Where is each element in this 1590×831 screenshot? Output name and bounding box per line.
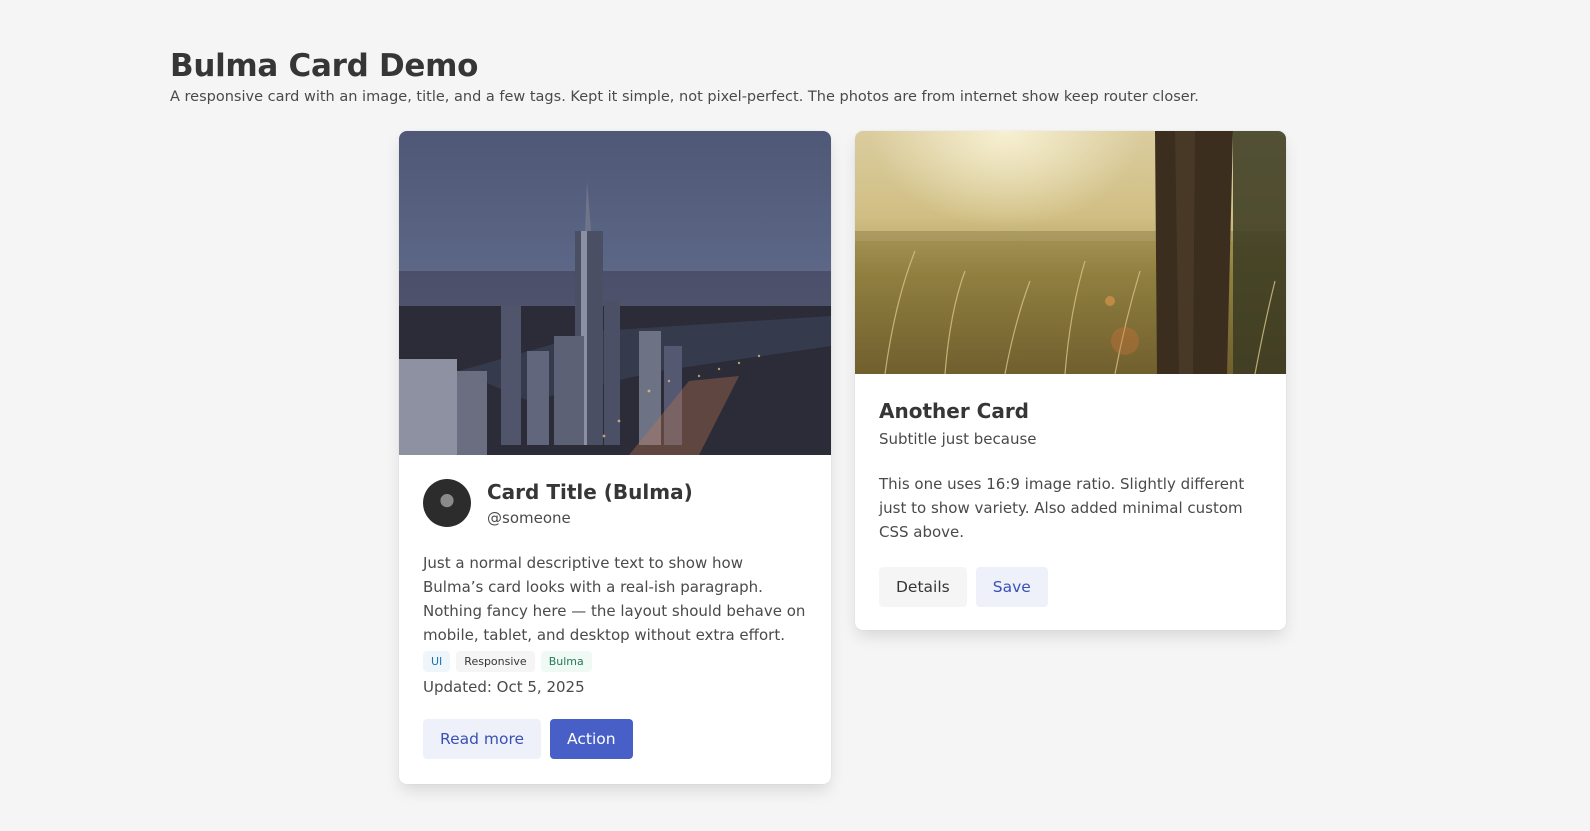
read-more-button[interactable]: Read more [423, 719, 542, 759]
tag-bulma: Bulma [540, 651, 592, 672]
card-content: Another Card Subtitle just because This … [855, 374, 1286, 630]
card-another: Another Card Subtitle just because This … [855, 131, 1286, 630]
tag-responsive: Responsive [456, 651, 535, 672]
tag-ui: UI [423, 651, 451, 672]
card-description: Just a normal descriptive text to show h… [423, 554, 806, 644]
card-actions: Details Save [879, 567, 1262, 607]
action-button[interactable]: Action [550, 719, 633, 759]
save-button[interactable]: Save [975, 567, 1048, 607]
city-skyline-image [399, 131, 831, 455]
card-media: Card Title (Bulma) @someone [423, 479, 807, 527]
page-header: Bulma Card Demo A responsive card with a… [170, 46, 1199, 105]
card-description: This one uses 16:9 image ratio. Slightly… [879, 475, 1245, 541]
card-content: Card Title (Bulma) @someone Just a norma… [399, 455, 831, 783]
page-subtitle: A responsive card with an image, title, … [170, 89, 1199, 105]
card-actions: Read more Action [423, 719, 807, 759]
page-title: Bulma Card Demo [170, 48, 479, 84]
updated-date: Updated: Oct 5, 2025 [423, 678, 585, 696]
card-title: Card Title (Bulma) [487, 480, 693, 504]
card-bulma: Card Title (Bulma) @someone Just a norma… [399, 131, 831, 784]
avatar [423, 479, 471, 527]
card-handle[interactable]: @someone [487, 509, 693, 527]
card-title: Another Card [879, 399, 1029, 423]
details-button[interactable]: Details [879, 567, 967, 607]
field-sunlight-image [855, 131, 1286, 374]
tag-list: UI Responsive Bulma [423, 651, 807, 672]
card-subtitle: Subtitle just because [879, 430, 1037, 448]
